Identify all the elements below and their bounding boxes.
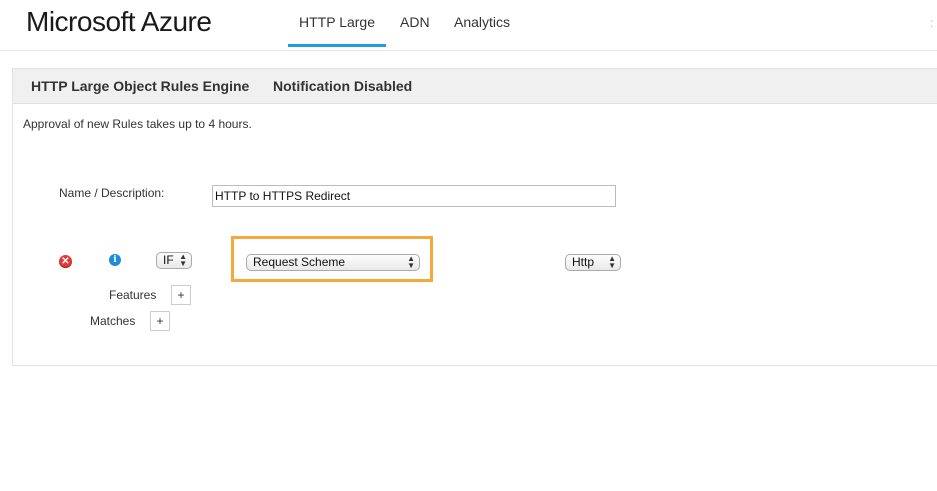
if-select[interactable]: IF ▲ ▼ [156,252,192,269]
truncated-menu-indicator: : [930,16,934,30]
matches-label: Matches [90,314,136,328]
select-arrows-icon: ▲ ▼ [179,252,187,268]
features-label: Features [109,288,157,302]
rules-engine-panel: HTTP Large Object Rules Engine Notificat… [12,68,937,366]
tab-http-large[interactable]: HTTP Large [288,14,386,47]
brand-logo-text: Microsoft Azure [26,6,212,37]
panel-header: HTTP Large Object Rules Engine Notificat… [13,69,937,104]
panel-title: HTTP Large Object Rules Engine [31,78,250,94]
info-icon[interactable]: i [109,254,121,266]
approval-notice: Approval of new Rules takes up to 4 hour… [23,117,252,131]
select-arrows-icon: ▲ ▼ [407,254,415,270]
select-arrows-icon: ▲ ▼ [608,254,616,270]
tab-analytics[interactable]: Analytics [454,14,510,44]
add-feature-button[interactable]: + [171,285,191,305]
scheme-value-select[interactable]: Http ▲ ▼ [565,254,621,271]
tab-adn[interactable]: ADN [400,14,430,44]
name-description-label: Name / Description: [59,186,165,200]
match-condition-value: Request Scheme [253,255,346,269]
top-navigation-bar: Microsoft Azure HTTP Large ADN Analytics… [0,0,937,51]
add-match-button[interactable]: + [150,311,170,331]
scheme-value: Http [572,255,595,269]
match-condition-select[interactable]: Request Scheme ▲ ▼ [246,254,420,271]
notification-status: Notification Disabled [273,78,413,94]
if-select-value: IF [163,253,174,267]
name-description-input[interactable] [212,185,616,207]
delete-icon[interactable]: ✕ [59,255,72,268]
